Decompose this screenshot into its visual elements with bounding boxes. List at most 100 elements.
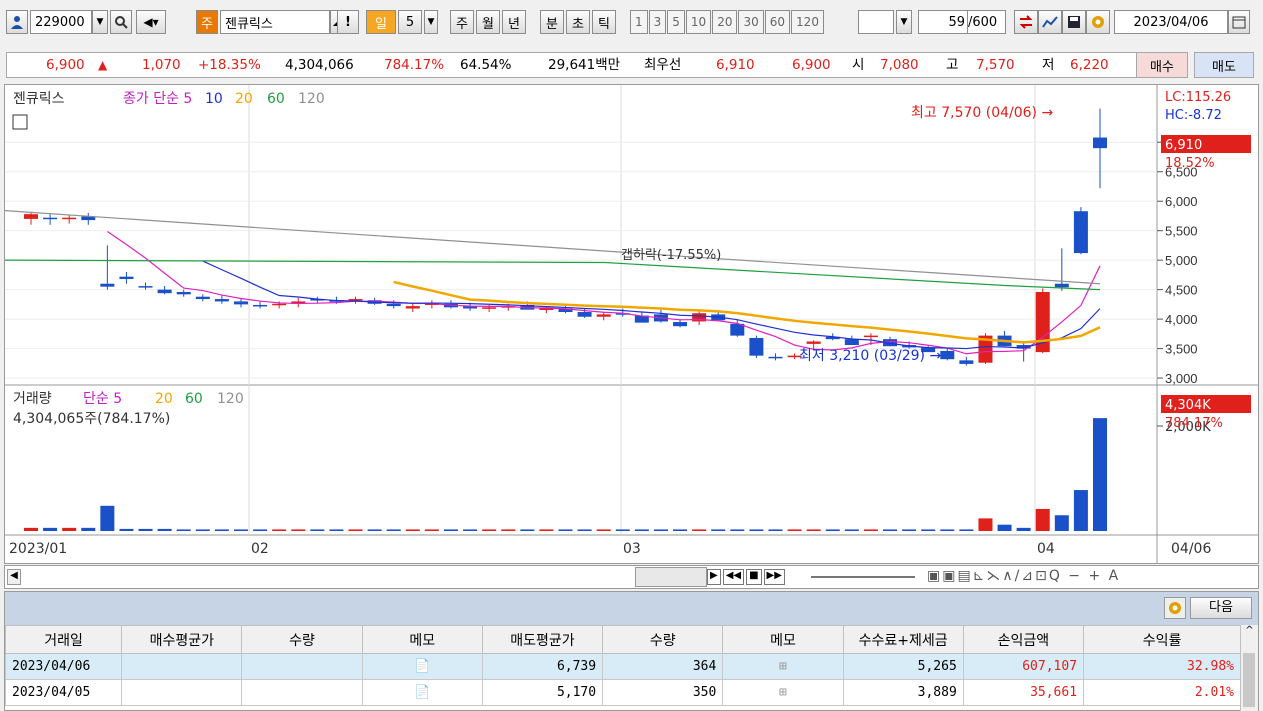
volume-bar — [806, 529, 821, 531]
interval-button-5[interactable]: 5 — [667, 10, 685, 34]
trade-amount: 29,641백만 — [548, 57, 621, 73]
count-input[interactable]: 59 — [918, 10, 968, 34]
second-button[interactable]: 초 — [566, 10, 590, 34]
sell-button[interactable]: 매도 — [1194, 52, 1254, 78]
minute-button[interactable]: 분 — [540, 10, 564, 34]
y-tick-label: 6,000 — [1165, 194, 1198, 209]
buy-button[interactable]: 매수 — [1136, 52, 1188, 78]
scroll-up-icon[interactable]: ^ — [1241, 625, 1258, 636]
period-dropdown-icon[interactable]: ▼ — [424, 10, 438, 34]
high-label: 고 — [946, 57, 959, 73]
volume-bar — [1073, 490, 1088, 531]
candle-body — [100, 283, 115, 287]
scroll-left-icon[interactable]: ◀ — [7, 569, 21, 585]
interval-button-60[interactable]: 60 — [764, 10, 791, 34]
stock-name-field[interactable]: 젠큐릭스 — [220, 10, 330, 34]
next-button[interactable]: 다음 — [1190, 597, 1252, 619]
col-header[interactable]: 수량 — [241, 625, 363, 654]
forward-icon[interactable]: ▶▶ — [763, 569, 785, 585]
volume-bar — [940, 529, 955, 531]
save-icon[interactable] — [1062, 10, 1086, 34]
volume-bar — [100, 505, 115, 531]
interval-button-120[interactable]: 120 — [791, 10, 824, 34]
col-header[interactable]: 메모 — [722, 625, 844, 654]
user-icon[interactable] — [6, 10, 28, 34]
col-header[interactable]: 매수평균가 — [121, 625, 243, 654]
table-cell — [121, 679, 243, 706]
swap-icon[interactable] — [1014, 10, 1038, 34]
interval-button-20[interactable]: 20 — [712, 10, 738, 34]
table-cell: 2023/04/05 — [4, 679, 123, 706]
candle-body — [233, 301, 248, 305]
volume-bar — [902, 529, 917, 531]
high-note: 최고 7,570 (04/06) → — [911, 105, 1053, 121]
candle-body — [959, 360, 974, 364]
candle-body — [596, 314, 611, 317]
date-input[interactable]: 2023/04/06 — [1114, 10, 1228, 34]
vertical-scrollbar[interactable]: ^ — [1240, 625, 1258, 711]
volume-bar — [176, 529, 191, 531]
current-price: 6,900 — [46, 57, 85, 73]
alert-button[interactable]: ! — [337, 10, 359, 34]
candle-body — [1093, 137, 1107, 149]
period-day-button[interactable]: 일 — [366, 10, 396, 34]
interval-button-3[interactable]: 3 — [648, 10, 667, 34]
col-header[interactable]: 메모 — [361, 625, 483, 654]
table-row[interactable]: 2023/04/05 📄 5,170 350 ⊞ 3,889 35,661 2.01% — [4, 679, 1241, 706]
rewind-icon[interactable]: ◀◀ — [722, 569, 745, 585]
gear-icon[interactable] — [1086, 10, 1110, 34]
table-cell: 5,170 — [481, 679, 604, 706]
chart-area[interactable]: 7,0006,5006,0005,5005,0004,5004,0003,500… — [4, 84, 1259, 564]
month-button[interactable]: 월 — [476, 10, 500, 34]
volume-bar — [1016, 527, 1031, 531]
blank-field[interactable] — [858, 10, 894, 34]
vol-legend-ma: 120 — [217, 391, 244, 407]
settings-gear-icon[interactable] — [1164, 597, 1186, 619]
code-input[interactable]: 229000 — [30, 10, 92, 34]
stock-chart-window: 229000 ▼ ◀▾ 주 젠큐릭스 ◢ ! 일 5 ▼ 주 월 년 분 초 틱… — [0, 0, 1263, 711]
blank-dropdown-icon[interactable]: ▼ — [896, 10, 912, 34]
col-header[interactable]: 수익률 — [1083, 625, 1241, 654]
high-price: 7,570 — [976, 57, 1015, 73]
table-toggle-icon — [12, 114, 28, 130]
tick-button[interactable]: 틱 — [592, 10, 616, 34]
y-tick-label: 4,500 — [1165, 283, 1198, 298]
week-button[interactable]: 주 — [450, 10, 474, 34]
best-sell: 6,910 — [716, 57, 755, 73]
interval-button-1[interactable]: 1 — [630, 10, 648, 34]
stop-icon[interactable]: ■ — [746, 569, 762, 585]
x-axis-label: 04 — [1037, 541, 1055, 557]
zoom-slider[interactable] — [811, 576, 915, 578]
volume-bar — [997, 524, 1012, 531]
x-axis-label: 03 — [623, 541, 641, 557]
price-volume-chart: 7,0006,5006,0005,5005,0004,5004,0003,500… — [5, 85, 1258, 563]
period-number[interactable]: 5 — [398, 10, 422, 34]
year-button[interactable]: 년 — [502, 10, 526, 34]
volume-bar — [138, 528, 153, 531]
volume-bar — [863, 529, 878, 531]
speaker-icon[interactable]: ◀▾ — [136, 10, 166, 34]
scroll-thumb[interactable] — [1243, 653, 1255, 707]
vol-legend-ma: 60 — [185, 391, 203, 407]
play-icon[interactable]: ▶ — [707, 569, 721, 585]
legend-ma: 20 — [235, 91, 253, 107]
interval-button-10[interactable]: 10 — [685, 10, 712, 34]
chart-tools[interactable]: ▣▣▤⊾⋋∧∕⊿⊡Q − + A — [927, 568, 1120, 584]
col-header[interactable]: 수수료+제세금 — [842, 625, 964, 654]
volume-bar — [291, 529, 306, 531]
col-header[interactable]: 수량 — [602, 625, 724, 654]
scroll-thumb[interactable] — [635, 567, 707, 587]
chart-scroll-bar: ◀ ▶ ◀◀ ■ ▶▶ ▣▣▤⊾⋋∧∕⊿⊡Q − + A — [4, 565, 1259, 589]
volume-bar — [787, 529, 802, 531]
col-header[interactable]: 손익금액 — [962, 625, 1085, 654]
calendar-icon[interactable] — [1228, 10, 1250, 34]
table-row[interactable]: 2023/04/06 📄 6,739 364 ⊞ 5,265 607,107 32.98% — [4, 653, 1241, 680]
search-icon[interactable] — [110, 10, 132, 34]
chart-icon[interactable] — [1038, 10, 1062, 34]
table-cell: 6,739 — [481, 653, 604, 680]
col-header[interactable]: 거래일 — [4, 625, 123, 654]
col-header[interactable]: 매도평균가 — [481, 625, 604, 654]
candle-body — [863, 335, 878, 338]
interval-button-30[interactable]: 30 — [738, 10, 764, 34]
code-dropdown-icon[interactable]: ▼ — [92, 10, 108, 34]
